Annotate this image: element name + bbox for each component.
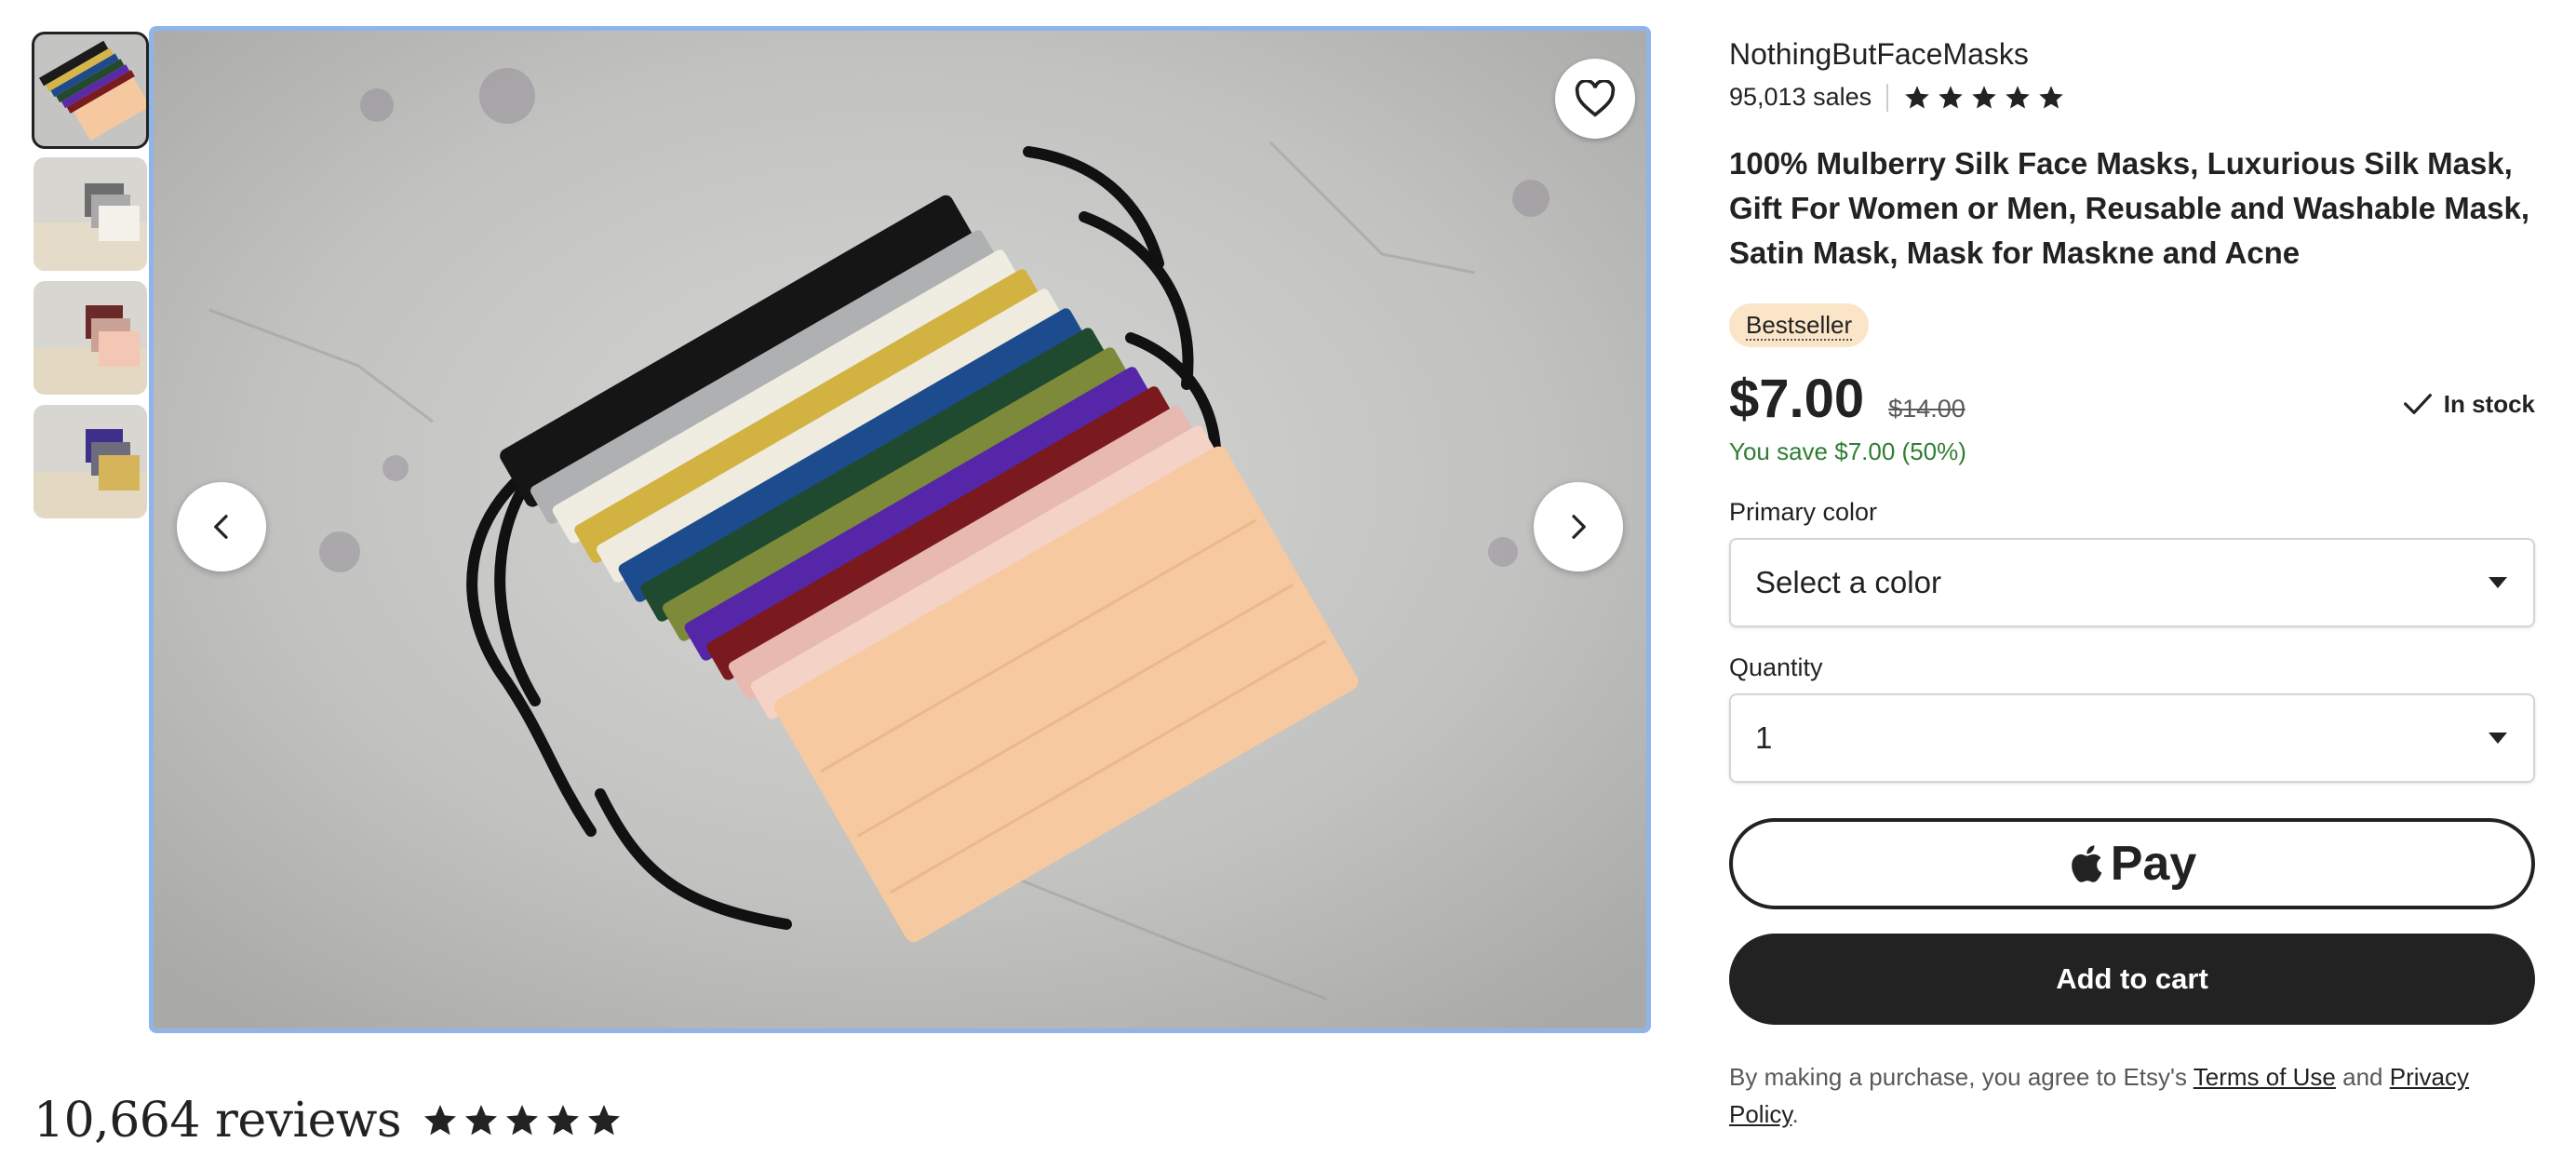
main-product-image[interactable] (149, 26, 1651, 1033)
apple-logo-icon (2071, 845, 2101, 882)
thumbnail-3[interactable] (34, 281, 147, 395)
thumbnail-image (34, 405, 147, 518)
product-details-panel: NothingButFaceMasks 95,013 sales 100% Mu… (1729, 37, 2535, 1133)
add-to-cart-button[interactable]: Add to cart (1729, 934, 2535, 1025)
product-page: 10,664 reviews NothingButFaceMasks 95,01… (0, 0, 2576, 1156)
quantity-select[interactable]: 1 (1729, 693, 2535, 783)
caret-down-icon (2489, 577, 2507, 588)
thumbnail-image (34, 34, 147, 147)
thumbnail-1[interactable] (32, 32, 149, 149)
savings-text: You save $7.00 (50%) (1729, 437, 1966, 465)
next-image-button[interactable] (1534, 482, 1623, 571)
original-price: $14.00 (1888, 395, 1966, 423)
star-icon (547, 1105, 580, 1136)
thumbnail-image (34, 281, 147, 395)
star-icon (1972, 85, 1996, 108)
stock-label: In stock (2443, 389, 2535, 418)
star-icon (2006, 85, 2030, 108)
divider (1886, 83, 1889, 112)
thumbnail-4[interactable] (34, 405, 147, 518)
caret-down-icon (2489, 733, 2507, 744)
quantity-select-value: 1 (1755, 720, 1773, 755)
product-photo (154, 31, 1646, 1028)
legal-notice: By making a purchase, you agree to Etsy'… (1729, 1058, 2535, 1133)
reviews-rating-stars (422, 1102, 623, 1139)
product-title: 100% Mulberry Silk Face Masks, Luxurious… (1729, 146, 2529, 270)
star-icon (506, 1105, 539, 1136)
quantity-label: Quantity (1729, 653, 1823, 681)
star-icon (1905, 85, 1929, 108)
chevron-left-icon (214, 515, 228, 539)
current-price: $7.00 (1729, 369, 1865, 429)
shop-rating-stars[interactable] (1903, 84, 2065, 112)
terms-of-use-link[interactable]: Terms of Use (2194, 1063, 2336, 1091)
legal-prefix: By making a purchase, you agree to Etsy'… (1729, 1063, 2194, 1091)
apple-pay-label: Pay (2110, 837, 2197, 891)
color-select[interactable]: Select a color (1729, 538, 2535, 627)
sales-count: 95,013 sales (1729, 83, 1872, 111)
legal-suffix: . (1791, 1100, 1799, 1128)
thumbnail-strip (32, 32, 149, 529)
favorite-button[interactable] (1555, 59, 1635, 139)
star-icon (465, 1105, 498, 1136)
shop-stats: 95,013 sales (1729, 83, 2535, 112)
color-select-value: Select a color (1755, 565, 1941, 599)
heart-outline-icon (1575, 80, 1616, 117)
price-row: $7.00 $14.00 In stock (1729, 368, 2535, 430)
star-icon (424, 1105, 457, 1136)
star-icon (2039, 85, 2063, 108)
chevron-right-icon (1572, 515, 1586, 539)
legal-and: and (2335, 1063, 2390, 1091)
shop-name-link[interactable]: NothingButFaceMasks (1729, 37, 2535, 72)
color-label: Primary color (1729, 498, 1878, 526)
thumbnail-image (34, 157, 147, 271)
bestseller-badge[interactable]: Bestseller (1729, 303, 1870, 347)
previous-image-button[interactable] (177, 482, 266, 571)
stock-status: In stock (2403, 390, 2535, 419)
apple-pay-button[interactable]: Pay (1729, 818, 2535, 909)
checkmark-icon (2403, 394, 2432, 414)
star-icon (1939, 85, 1963, 108)
star-icon (588, 1105, 621, 1136)
badge-label: Bestseller (1746, 311, 1853, 341)
reviews-summary: 10,664 reviews (34, 1093, 623, 1149)
reviews-count[interactable]: 10,664 reviews (34, 1093, 402, 1149)
thumbnail-2[interactable] (34, 157, 147, 271)
